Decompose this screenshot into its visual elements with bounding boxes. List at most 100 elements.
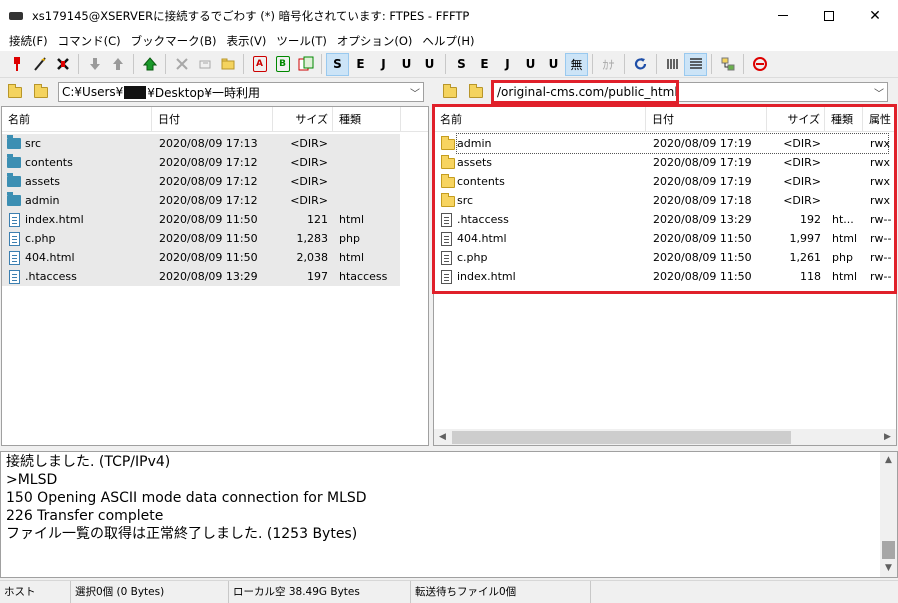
ffftp-window: xs179145@XSERVERに接続するでごわす (*) 暗号化されています:… bbox=[0, 0, 898, 603]
local-file-row[interactable]: admin 2020/08/09 17:12 <DIR> bbox=[2, 191, 428, 210]
log-line: ファイル一覧の取得は正常終了しました. (1253 Bytes) bbox=[6, 526, 358, 542]
kanji-utf8bom-button[interactable]: U bbox=[418, 53, 441, 76]
local-up-folder-button[interactable] bbox=[4, 82, 26, 102]
kanji-none-button[interactable]: 無 bbox=[565, 52, 588, 76]
local-open-folder-button[interactable] bbox=[30, 82, 52, 102]
scrollbar-thumb[interactable] bbox=[882, 541, 895, 559]
local-col-date[interactable]: 日付 bbox=[152, 107, 273, 132]
scrollbar-thumb[interactable] bbox=[452, 431, 791, 444]
chevron-down-icon[interactable]: ﹀ bbox=[410, 85, 420, 100]
local-col-type[interactable]: 種類 bbox=[333, 107, 401, 132]
menu-connect[interactable]: 接続(F) bbox=[4, 31, 53, 51]
up-folder-icon bbox=[443, 83, 457, 98]
stop-button[interactable] bbox=[748, 53, 771, 76]
toolbar-separator bbox=[656, 54, 657, 74]
upload-icon bbox=[112, 58, 123, 70]
upload-button[interactable] bbox=[106, 53, 129, 76]
disconnect-button[interactable] bbox=[51, 53, 74, 76]
file-size: 2,038 bbox=[296, 251, 329, 264]
maximize-button[interactable] bbox=[806, 0, 852, 31]
file-size: <DIR> bbox=[290, 175, 328, 188]
toolbar-separator bbox=[592, 54, 593, 74]
kanji-jis-button[interactable]: J bbox=[372, 53, 395, 76]
mode-auto-button[interactable] bbox=[294, 53, 317, 76]
menu-tools[interactable]: ツール(T) bbox=[271, 31, 332, 51]
detail-view-button[interactable] bbox=[684, 52, 707, 76]
kana-convert-button[interactable]: ｶﾅ bbox=[597, 53, 620, 76]
menu-view[interactable]: 表示(V) bbox=[221, 31, 271, 51]
scroll-down-icon[interactable]: ▼ bbox=[880, 560, 897, 577]
remote-horizontal-scrollbar[interactable]: ◀ ▶ bbox=[434, 429, 896, 445]
kanji-utf8n-remote-button[interactable]: U bbox=[519, 53, 542, 76]
kanji-utf8bom-remote-button[interactable]: U bbox=[542, 53, 565, 76]
local-file-list[interactable]: 名前 日付 サイズ 種類 src 2020/08/09 17:13 <DIR> con… bbox=[1, 106, 429, 446]
kanji-jis-remote-button[interactable]: J bbox=[496, 53, 519, 76]
mode-ascii-button[interactable]: A bbox=[248, 53, 271, 76]
status-host: ホスト bbox=[0, 581, 71, 603]
disconnect-icon bbox=[56, 58, 69, 70]
rename-icon bbox=[199, 60, 210, 69]
mode-binary-icon: B bbox=[275, 56, 290, 72]
mode-binary-button[interactable]: B bbox=[271, 53, 294, 76]
refresh-button[interactable] bbox=[629, 53, 652, 76]
kanji-utf8n-button[interactable]: U bbox=[395, 53, 418, 76]
rename-button[interactable] bbox=[193, 53, 216, 76]
list-view-button[interactable] bbox=[661, 53, 684, 76]
delete-button[interactable] bbox=[170, 53, 193, 76]
status-selection: 選択0個 (0 Bytes) bbox=[71, 581, 229, 603]
local-file-row[interactable]: .htaccess 2020/08/09 13:29 197 htaccess bbox=[2, 267, 428, 286]
file-icon bbox=[9, 232, 20, 246]
toolbar: A B S E J U U S E J U U 無 ｶﾅ bbox=[0, 51, 898, 78]
local-file-row[interactable]: index.html 2020/08/09 11:50 121 html bbox=[2, 210, 428, 229]
local-path-prefix: C:¥Users¥ bbox=[62, 85, 124, 99]
local-list-header: 名前 日付 サイズ 種類 bbox=[2, 107, 428, 132]
message-log[interactable]: 接続しました. (TCP/IPv4) >MLSD 150 Opening ASC… bbox=[0, 451, 898, 578]
log-vertical-scrollbar[interactable]: ▲ ▼ bbox=[880, 452, 897, 577]
log-line: 150 Opening ASCII mode data connection f… bbox=[6, 490, 367, 506]
local-file-row[interactable]: assets 2020/08/09 17:12 <DIR> bbox=[2, 172, 428, 191]
file-name: c.php bbox=[25, 232, 56, 245]
connect-button[interactable] bbox=[5, 53, 28, 76]
download-button[interactable] bbox=[83, 53, 106, 76]
local-file-row[interactable]: src 2020/08/09 17:13 <DIR> bbox=[2, 134, 428, 153]
local-col-size[interactable]: サイズ bbox=[273, 107, 333, 132]
local-col-name[interactable]: 名前 bbox=[2, 107, 152, 132]
stop-icon bbox=[752, 57, 767, 71]
list-view-icon bbox=[666, 59, 678, 69]
menu-options[interactable]: オプション(O) bbox=[332, 31, 418, 51]
scroll-up-icon[interactable]: ▲ bbox=[880, 452, 897, 469]
kanji-euc-remote-button[interactable]: E bbox=[473, 53, 496, 76]
file-size: <DIR> bbox=[290, 137, 328, 150]
local-path-bar: C:¥Users¥ ¥Desktop¥一時利用 ﹀ bbox=[0, 80, 432, 104]
close-button[interactable]: ✕ bbox=[852, 0, 898, 31]
log-line: 接続しました. (TCP/IPv4) bbox=[6, 454, 171, 470]
local-path-suffix: ¥Desktop¥一時利用 bbox=[147, 85, 261, 100]
kanji-euc-button[interactable]: E bbox=[349, 53, 372, 76]
sync-folder-button[interactable] bbox=[716, 53, 739, 76]
local-file-row[interactable]: 404.html 2020/08/09 11:50 2,038 html bbox=[2, 248, 428, 267]
menu-command[interactable]: コマンド(C) bbox=[53, 31, 126, 51]
kanji-euc-icon: E bbox=[356, 57, 365, 71]
file-size: 197 bbox=[307, 270, 328, 283]
kanji-sjis-button[interactable]: S bbox=[326, 52, 349, 76]
file-name: admin bbox=[25, 194, 60, 207]
toolbar-separator bbox=[445, 54, 446, 74]
minimize-button[interactable] bbox=[760, 0, 806, 31]
mirror-upload-button[interactable] bbox=[138, 53, 161, 76]
scroll-left-icon[interactable]: ◀ bbox=[434, 429, 451, 445]
local-file-row[interactable]: c.php 2020/08/09 11:50 1,283 php bbox=[2, 229, 428, 248]
chevron-down-icon[interactable]: ﹀ bbox=[874, 85, 884, 100]
quick-connect-button[interactable] bbox=[28, 53, 51, 76]
menu-help[interactable]: ヘルプ(H) bbox=[417, 31, 479, 51]
remote-open-folder-button[interactable] bbox=[465, 82, 487, 102]
folder-icon bbox=[7, 192, 21, 206]
file-name: .htaccess bbox=[25, 270, 77, 283]
kanji-sjis-remote-button[interactable]: S bbox=[450, 53, 473, 76]
local-file-row[interactable]: contents 2020/08/09 17:12 <DIR> bbox=[2, 153, 428, 172]
toolbar-separator bbox=[165, 54, 166, 74]
menu-bookmark[interactable]: ブックマーク(B) bbox=[126, 31, 222, 51]
local-path-input[interactable]: C:¥Users¥ ¥Desktop¥一時利用 ﹀ bbox=[58, 82, 424, 102]
scroll-right-icon[interactable]: ▶ bbox=[879, 429, 896, 445]
remote-up-folder-button[interactable] bbox=[439, 82, 461, 102]
mkdir-button[interactable] bbox=[216, 53, 239, 76]
